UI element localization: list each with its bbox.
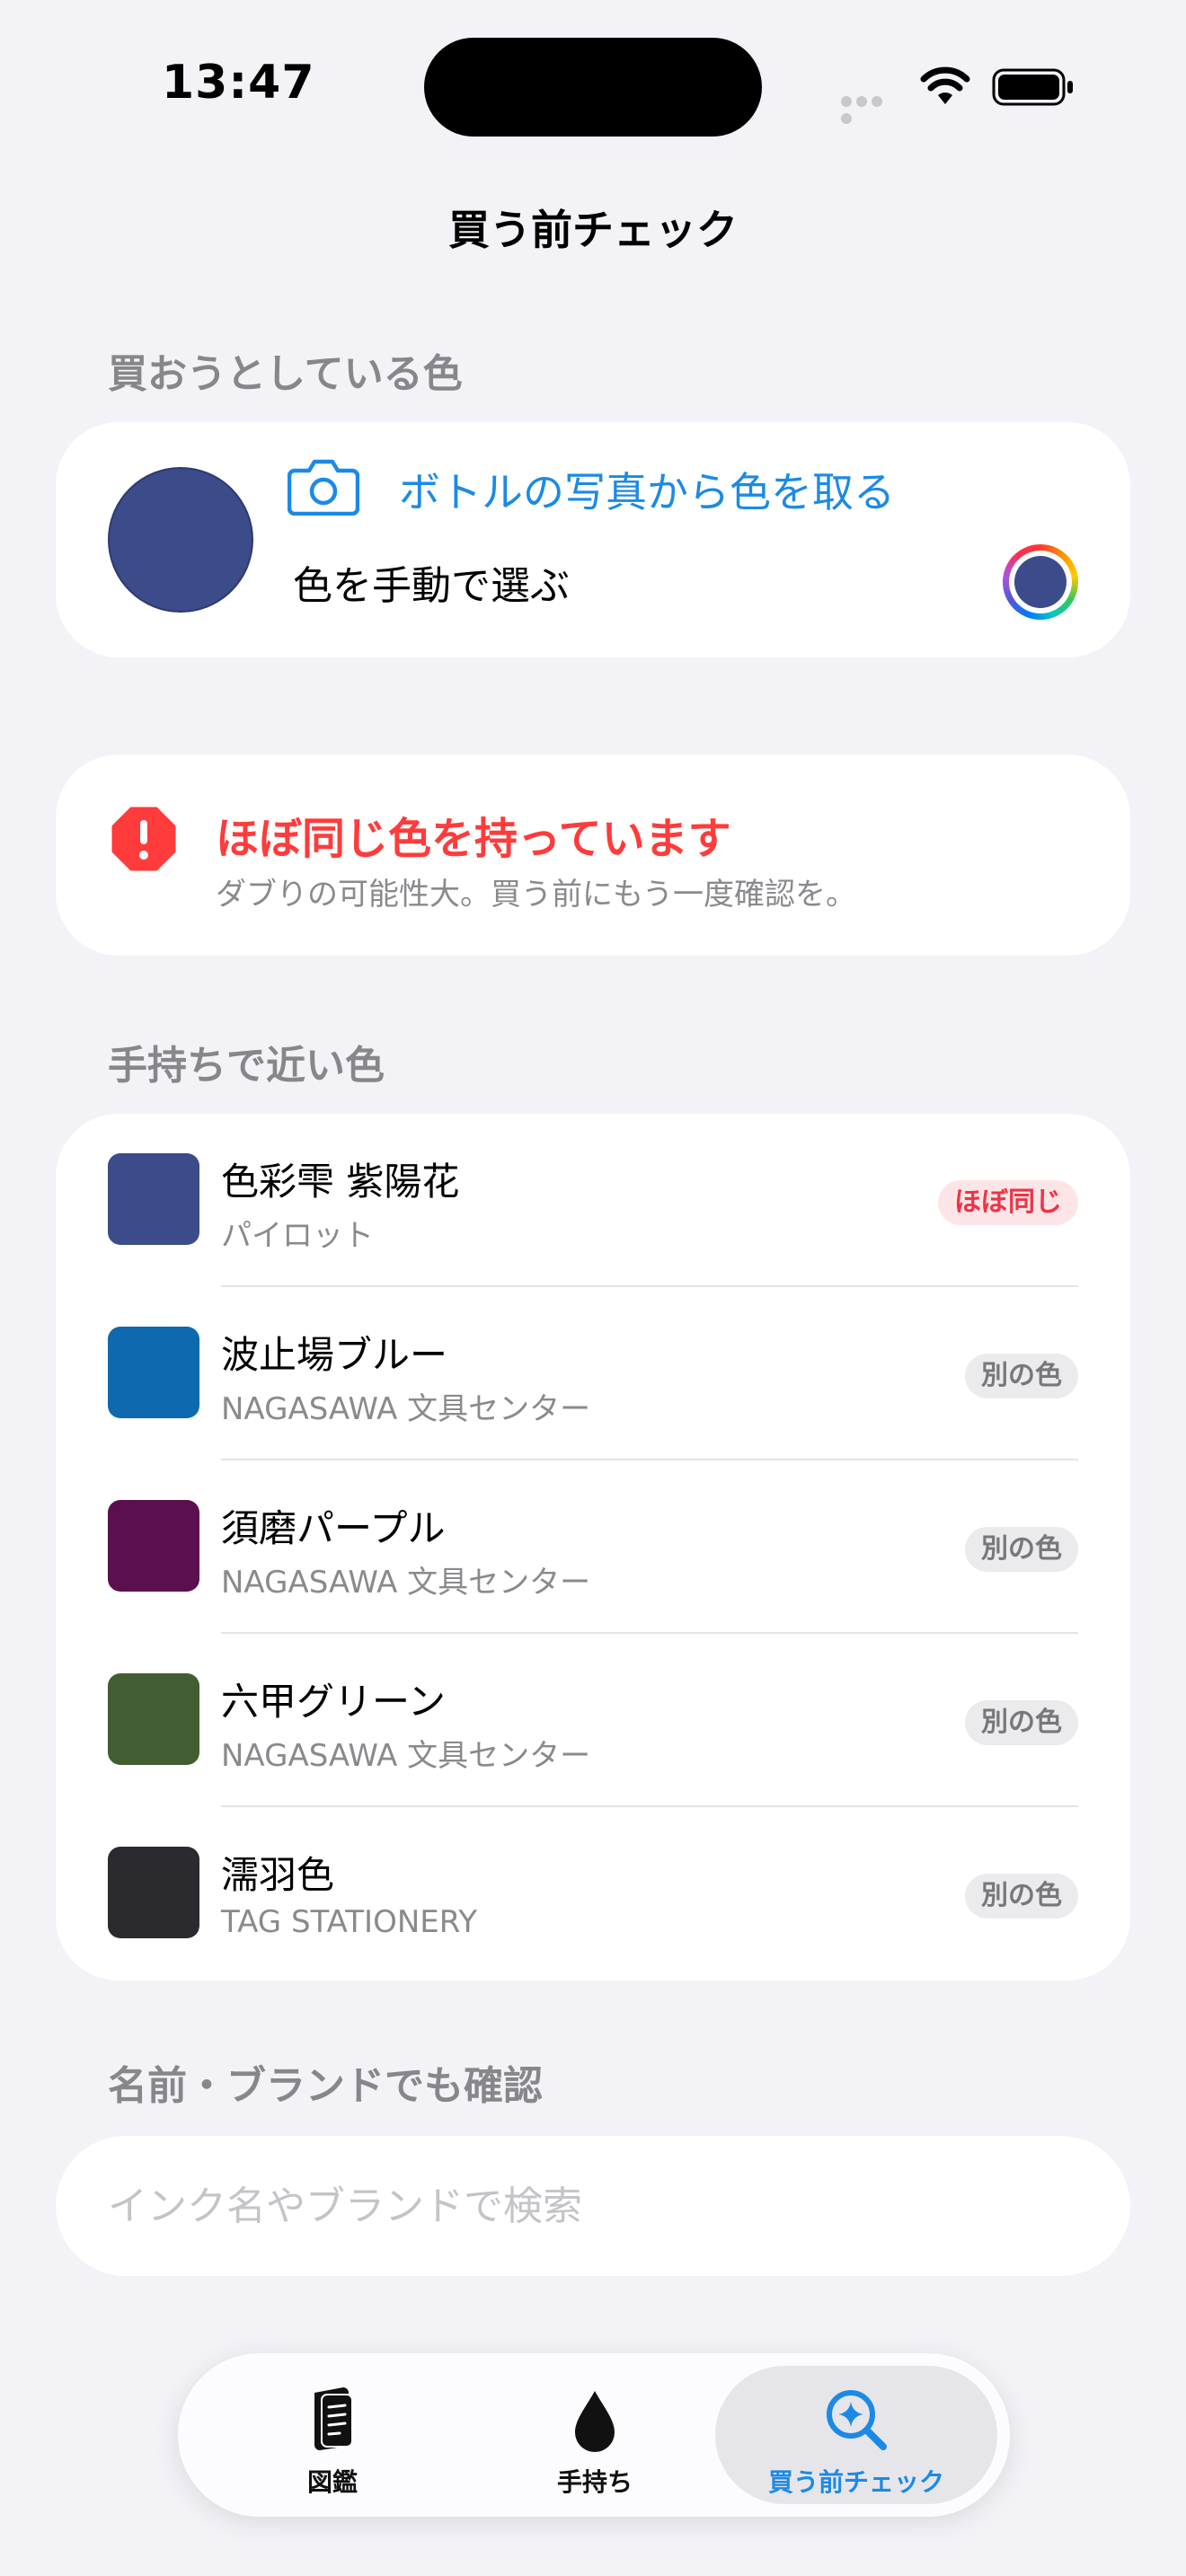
similarity-badge: ほぼ同じ: [938, 1180, 1078, 1225]
ink-brand: NAGASAWA 文具センター: [221, 1565, 591, 1601]
search-field: [56, 2136, 1130, 2276]
tab-label: 図鑑: [306, 2467, 358, 2497]
section-label-name-search: 名前・ブランドでも確認: [108, 2063, 543, 2109]
owned-ink-row[interactable]: 色彩雫 紫陽花パイロット ほぼ同じ: [56, 1114, 1130, 1287]
tab-catalog[interactable]: 図鑑: [198, 2366, 467, 2504]
owned-ink-row[interactable]: 須磨パープル NAGASAWA 文具センター 別の色: [56, 1460, 1130, 1634]
manual-color-label: 色を手動で選ぶ: [293, 563, 570, 609]
tab-bar: 図鑑 手持ち 買う前チェック: [178, 2353, 1010, 2517]
wifi-icon: [920, 66, 970, 104]
similarity-badge: 別の色: [965, 1700, 1078, 1745]
section-label-target-color: 買おうとしている色: [108, 351, 463, 397]
cellular-signal-icon: [841, 93, 900, 124]
tab-label: 買う前チェック: [767, 2467, 944, 2497]
ink-color-swatch: [108, 1327, 199, 1418]
ink-brand: NAGASAWA 文具センター: [221, 1738, 591, 1774]
owned-ink-row[interactable]: 濡羽色 TAG STATIONERY 別の色: [56, 1807, 1130, 1981]
tab-label: 手持ち: [556, 2467, 633, 2497]
ink-name: 須磨パープル: [221, 1506, 446, 1550]
ink-name: 波止場ブルー: [221, 1333, 448, 1377]
owned-ink-row[interactable]: 波止場ブルー NAGASAWA 文具センター 別の色: [56, 1287, 1130, 1460]
ink-name: 六甲グリーン: [221, 1680, 446, 1724]
ink-color-swatch: [108, 1500, 199, 1592]
warning-subtitle: ダブりの可能性大。買う前にもう一度確認を。: [216, 877, 856, 913]
ink-color-swatch: [108, 1153, 199, 1245]
status-time: 13:47: [162, 56, 315, 110]
book-icon: [314, 2387, 353, 2450]
owned-similar-list: 色彩雫 紫陽花 パイロット ほぼ同じ 波止場ブルー NAGASAWA 文具センター 別の色…: [56, 1114, 1130, 1981]
similarity-badge: 別の色: [965, 1874, 1078, 1919]
color-wheel-icon[interactable]: [1003, 544, 1078, 620]
ink-color-swatch: [108, 1673, 199, 1765]
ink-brand: パイロット: [221, 1218, 374, 1254]
ink-name: 濡羽色: [221, 1853, 335, 1897]
warning-title: ほぼ同じ色を持っています: [216, 814, 731, 864]
search-input[interactable]: [108, 2172, 1078, 2240]
pick-color-from-photo-button[interactable]: ボトルの写真から色を取る: [399, 460, 895, 519]
ink-brand: NAGASAWA 文具センター: [221, 1391, 591, 1427]
page-title: 買う前チェック: [448, 206, 738, 254]
owned-ink-row[interactable]: 六甲グリーン NAGASAWA 文具センター 別の色: [56, 1634, 1130, 1807]
battery-icon: [992, 68, 1073, 106]
section-label-owned-similar: 手持ちで近い色: [108, 1043, 385, 1089]
similarity-badge: 別の色: [965, 1354, 1078, 1398]
sparkle-search-icon: [827, 2390, 887, 2450]
selected-color-swatch: [108, 467, 253, 613]
camera-icon[interactable]: [288, 456, 359, 516]
ink-color-swatch: [108, 1847, 199, 1938]
tab-pre-purchase-check[interactable]: 買う前チェック: [715, 2366, 997, 2504]
ink-brand: TAG STATIONERY: [221, 1904, 477, 1940]
similarity-badge: 別の色: [965, 1527, 1078, 1572]
ink-drop-icon: [575, 2391, 615, 2452]
dynamic-island: [424, 38, 762, 137]
tab-owned[interactable]: 手持ち: [460, 2366, 730, 2504]
ink-name: 色彩雫 紫陽花: [221, 1160, 460, 1204]
warning-octagon-icon: [111, 807, 176, 871]
